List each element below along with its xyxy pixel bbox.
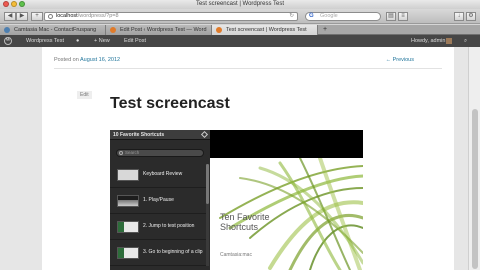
toc-toggle-icon[interactable] <box>200 130 209 139</box>
user-greeting[interactable]: Howdy, admin <box>411 35 445 47</box>
url-path: /wordpress/?p=8 <box>77 13 119 19</box>
new-tab-button[interactable]: + <box>318 25 332 34</box>
window-title-bar: Test screencast | Wordpress Test <box>0 0 480 9</box>
search-placeholder: Google <box>320 13 338 19</box>
window-controls <box>3 1 25 7</box>
reader-icon[interactable]: ≡ <box>398 12 408 21</box>
video-cover-title: Ten Favorite Shortcuts <box>220 212 270 232</box>
close-window-button[interactable] <box>3 1 9 7</box>
posted-prefix: Posted on <box>54 57 79 63</box>
tab-camtasia[interactable]: Camtasia Mac - ContactFruspang <box>0 25 106 35</box>
new-content-button[interactable]: + New <box>94 35 110 47</box>
tab-bar: Camtasia Mac - ContactFruspang Edit Post… <box>0 25 480 35</box>
video-toc-label: 3. Go to beginning of a clip <box>143 249 203 255</box>
page-title: Test screencast <box>110 95 230 112</box>
previous-post-link[interactable]: ← Previous <box>386 57 414 63</box>
edit-post-button[interactable]: Edit <box>77 91 92 99</box>
tab-label: Edit Post ‹ Wordpress Test — Word <box>120 27 207 33</box>
wordpress-favicon-icon <box>216 27 222 33</box>
bookmarks-icon[interactable]: ▤ <box>386 12 396 21</box>
post-content: Posted on August 16, 2012 ← Previous Edi… <box>42 47 454 270</box>
video-toc-scrollbar[interactable] <box>206 164 209 266</box>
search-icon[interactable]: ⌕ <box>464 35 467 47</box>
video-thumbnail <box>117 247 139 259</box>
site-name-link[interactable]: Wordpress Test <box>26 35 64 47</box>
wp-admin-bar: W Wordpress Test ● + New Edit Post Howdy… <box>0 35 480 47</box>
video-toc-label: Keyboard Review <box>143 171 183 177</box>
scrollbar-thumb[interactable] <box>206 164 209 204</box>
google-icon: G <box>309 13 314 19</box>
window-title: Test screencast | Wordpress Test <box>195 1 285 7</box>
share-button[interactable]: + <box>31 12 43 21</box>
page-scrollbar[interactable] <box>468 47 480 270</box>
video-toc-label: 1. Play/Pause <box>143 197 174 203</box>
video-toc-item[interactable]: Keyboard Review <box>110 162 206 188</box>
video-cover-brand: Camtasia:mac <box>220 252 252 258</box>
post-date-link[interactable]: August 16, 2012 <box>80 57 120 63</box>
video-thumbnail <box>117 221 139 233</box>
wordpress-logo-icon[interactable]: W <box>4 37 12 45</box>
globe-icon <box>48 14 53 19</box>
reload-icon[interactable]: ↻ <box>289 13 294 20</box>
tab-test-screencast[interactable]: Test screencast | Wordpress Test <box>212 25 318 35</box>
video-toc-item[interactable]: 1. Play/Pause <box>110 188 206 214</box>
video-search-placeholder: Search <box>125 150 140 155</box>
settings-icon[interactable]: ⚙ <box>466 12 476 21</box>
video-toc-item[interactable]: 2. Jump to test position <box>110 214 206 240</box>
url-domain: localhost <box>56 13 78 19</box>
back-button[interactable]: ◀ <box>4 12 16 21</box>
video-toc-header: 10 Favorite Shortcuts <box>110 130 210 140</box>
camtasia-favicon-icon <box>4 27 10 33</box>
video-toc-item[interactable]: 3. Go to beginning of a clip <box>110 240 206 266</box>
video-thumbnail <box>117 169 139 181</box>
page-background: Posted on August 16, 2012 ← Previous Edi… <box>0 47 468 270</box>
post-meta: Posted on August 16, 2012 <box>54 57 120 63</box>
video-thumbnail <box>117 195 139 207</box>
search-field[interactable]: G Google <box>305 12 381 21</box>
search-icon <box>119 151 123 155</box>
avatar[interactable] <box>446 38 452 44</box>
video-frame: Ten Favorite Shortcuts Camtasia:mac <box>210 158 363 270</box>
video-toc-sidebar: 10 Favorite Shortcuts Search Keyboard Re… <box>110 130 210 270</box>
wordpress-favicon-icon <box>110 27 116 33</box>
divider <box>54 68 442 69</box>
video-search-input[interactable]: Search <box>116 149 204 157</box>
video-toc-title: 10 Favorite Shortcuts <box>113 132 165 138</box>
comments-icon[interactable]: ● <box>76 35 79 47</box>
zoom-window-button[interactable] <box>19 1 25 7</box>
browser-toolbar: ◀ ▶ + localhost/wordpress/?p=8 ↻ G Googl… <box>0 9 480 24</box>
scrollbar-thumb[interactable] <box>472 109 478 269</box>
tab-edit-post[interactable]: Edit Post ‹ Wordpress Test — Word <box>106 25 212 35</box>
downloads-icon[interactable]: ↓ <box>454 12 464 21</box>
video-player[interactable]: 10 Favorite Shortcuts Search Keyboard Re… <box>110 130 363 270</box>
minimize-window-button[interactable] <box>11 1 17 7</box>
edit-post-link[interactable]: Edit Post <box>124 35 146 47</box>
tab-label: Camtasia Mac - ContactFruspang <box>14 27 97 33</box>
video-toc-label: 2. Jump to test position <box>143 223 195 229</box>
address-bar[interactable]: localhost/wordpress/?p=8 ↻ <box>44 12 298 21</box>
tab-label: Test screencast | Wordpress Test <box>226 27 307 33</box>
forward-button[interactable]: ▶ <box>16 12 28 21</box>
